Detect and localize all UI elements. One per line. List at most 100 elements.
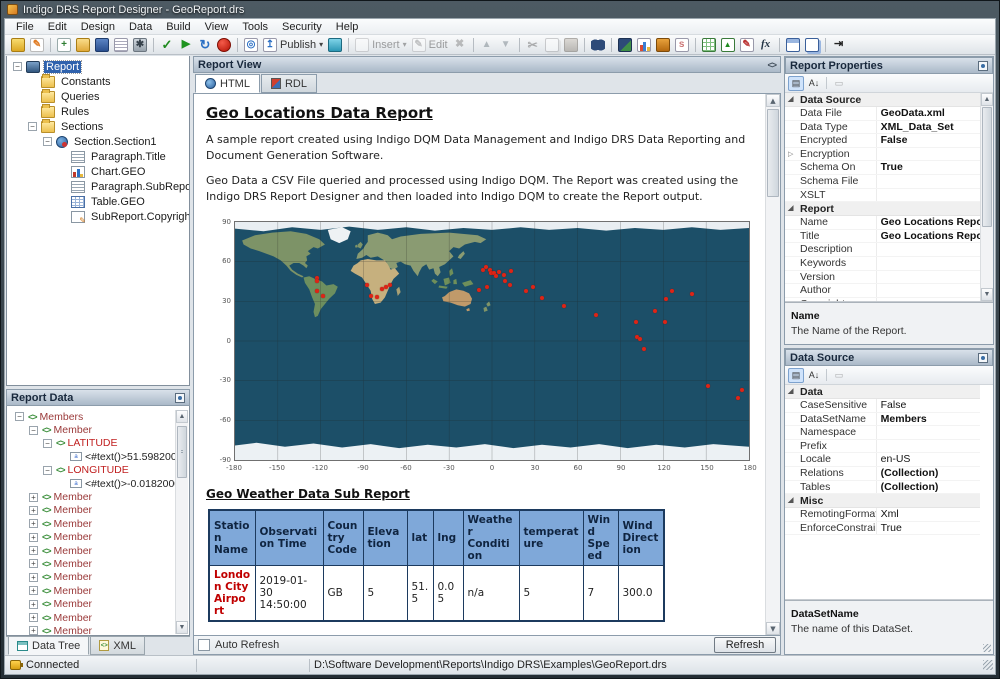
report-settings-button[interactable] [131,37,149,53]
edit-item-button[interactable]: Edit [410,37,450,53]
insert-item-button[interactable]: Insert▾ [353,37,409,53]
tab-data-tree[interactable]: Data Tree [8,637,89,655]
print-preview-button[interactable] [242,37,260,53]
expander-icon[interactable] [58,197,67,206]
expander-icon[interactable]: + [29,600,38,609]
property-row-name[interactable]: NameGeo Locations Report [785,216,980,230]
xml-node-member[interactable]: +<>Member [7,544,189,557]
open-folder-button[interactable] [74,37,92,53]
scroll-thumb[interactable] [982,107,992,227]
xml-node-text[interactable]: a<#text()>51.5982000 [7,450,189,463]
property-category[interactable]: Misc [785,494,980,508]
expander-icon[interactable] [57,479,66,488]
properties-scrollbar[interactable]: ▲ ▼ [980,93,993,301]
export-report-button[interactable] [326,37,344,53]
scroll-down-icon[interactable]: ▼ [981,288,993,301]
expander-icon[interactable]: − [29,426,38,435]
menu-edit[interactable]: Edit [41,20,74,34]
sort-az-icon[interactable]: A↓ [806,76,822,91]
validate-button[interactable] [158,37,176,53]
property-row-data-file[interactable]: Data FileGeoData.xml [785,107,980,121]
chart-designer-button[interactable] [635,37,653,53]
property-row-copyright[interactable]: Copyright [785,298,980,301]
property-row-relations[interactable]: Relations(Collection) [785,467,980,481]
expander-icon[interactable] [58,152,67,161]
tree-item-chart-geo[interactable]: Chart.GEO [7,164,189,179]
menu-build[interactable]: Build [159,20,197,34]
categorized-icon[interactable]: ▤ [788,368,804,383]
resize-grip[interactable] [983,660,993,670]
title-bar[interactable]: Indigo DRS Report Designer - GeoReport.d… [1,1,999,18]
cut-button[interactable] [524,37,542,53]
tree-item-report[interactable]: −Report [7,59,189,74]
property-category[interactable]: Data Source [785,93,980,107]
menu-view[interactable]: View [198,20,236,34]
property-row-locale[interactable]: Localeen-US [785,453,980,467]
xml-node-members[interactable]: −<>Members [7,410,189,423]
expander-icon[interactable]: + [29,559,38,568]
property-row-encrypted[interactable]: EncryptedFalse [785,134,980,148]
property-row-enforceconstraints[interactable]: EnforceConstraintsTrue [785,522,980,536]
property-row-namespace[interactable]: Namespace [785,426,980,440]
xml-node-member[interactable]: +<>Member [7,490,189,503]
tree-item-table-geo[interactable]: Table.GEO [7,194,189,209]
xml-node-member[interactable]: +<>Member [7,571,189,584]
scroll-down-icon[interactable]: ▼ [176,621,188,634]
functions-button[interactable] [757,37,775,53]
xml-node-longitude[interactable]: −<>LONGITUDE [7,464,189,477]
scroll-thumb[interactable] [177,426,187,478]
script-editor-button[interactable] [673,37,691,53]
tab-html[interactable]: HTML [195,74,260,93]
property-row-xslt[interactable]: XSLT [785,189,980,203]
scroll-down-icon[interactable]: ▼ [766,622,780,635]
expander-icon[interactable] [58,212,67,221]
xml-node-member[interactable]: +<>Member [7,584,189,597]
xml-node-text[interactable]: a<#text()>-0.0182000 [7,477,189,490]
stop-button[interactable] [215,37,233,53]
property-row-casesensitive[interactable]: CaseSensitiveFalse [785,399,980,413]
property-row-encryption[interactable]: ▷Encryption [785,148,980,162]
property-pages-icon[interactable]: ▭ [831,76,847,91]
scroll-up-icon[interactable]: ▲ [176,410,188,423]
pin-icon[interactable] [978,353,988,363]
property-row-remotingformat[interactable]: RemotingFormatXml [785,508,980,522]
expand-arrow-icon[interactable]: ▷ [788,148,793,161]
paste-button[interactable] [562,37,580,53]
property-row-version[interactable]: Version [785,271,980,285]
property-row-prefix[interactable]: Prefix [785,440,980,454]
refresh-button[interactable]: Refresh [714,637,776,653]
expander-icon[interactable]: − [13,62,22,71]
pin-icon[interactable] [978,61,988,71]
tree-item-paragraph-subreport[interactable]: Paragraph.SubReport [7,179,189,194]
categorized-icon[interactable]: ▤ [788,76,804,91]
table-import-button[interactable] [719,37,737,53]
tree-item-subreport-copyright[interactable]: SubReport.Copyright [7,209,189,224]
new-report-button[interactable] [9,37,27,53]
menu-file[interactable]: File [9,20,41,34]
expander-icon[interactable]: − [43,439,52,448]
xml-node-member[interactable]: +<>Member [7,557,189,570]
scroll-up-icon[interactable]: ▲ [766,94,780,107]
save-button[interactable] [93,37,111,53]
tab-xml[interactable]: <> XML [90,637,145,655]
expander-icon[interactable] [58,167,67,176]
menu-tools[interactable]: Tools [235,20,275,34]
tree-item-queries[interactable]: Queries [7,89,189,104]
exit-button[interactable] [830,37,848,53]
pin-icon[interactable] [175,393,185,403]
expander-icon[interactable]: − [28,122,37,131]
expander-icon[interactable] [28,107,37,116]
expander-icon[interactable]: + [29,493,38,502]
xml-node-member[interactable]: +<>Member [7,611,189,624]
property-row-keywords[interactable]: Keywords [785,257,980,271]
window-cascade-button[interactable] [803,37,821,53]
property-row-description[interactable]: Description [785,243,980,257]
expander-icon[interactable]: − [43,137,52,146]
xml-node-member[interactable]: +<>Member [7,504,189,517]
expander-icon[interactable]: + [29,546,38,555]
expander-icon[interactable]: + [29,613,38,622]
expander-icon[interactable]: + [29,519,38,528]
xml-node-member[interactable]: −<>Member [7,423,189,436]
report-view-scrollbar[interactable]: ▲ ▼ [765,94,780,635]
copy-button[interactable] [543,37,561,53]
